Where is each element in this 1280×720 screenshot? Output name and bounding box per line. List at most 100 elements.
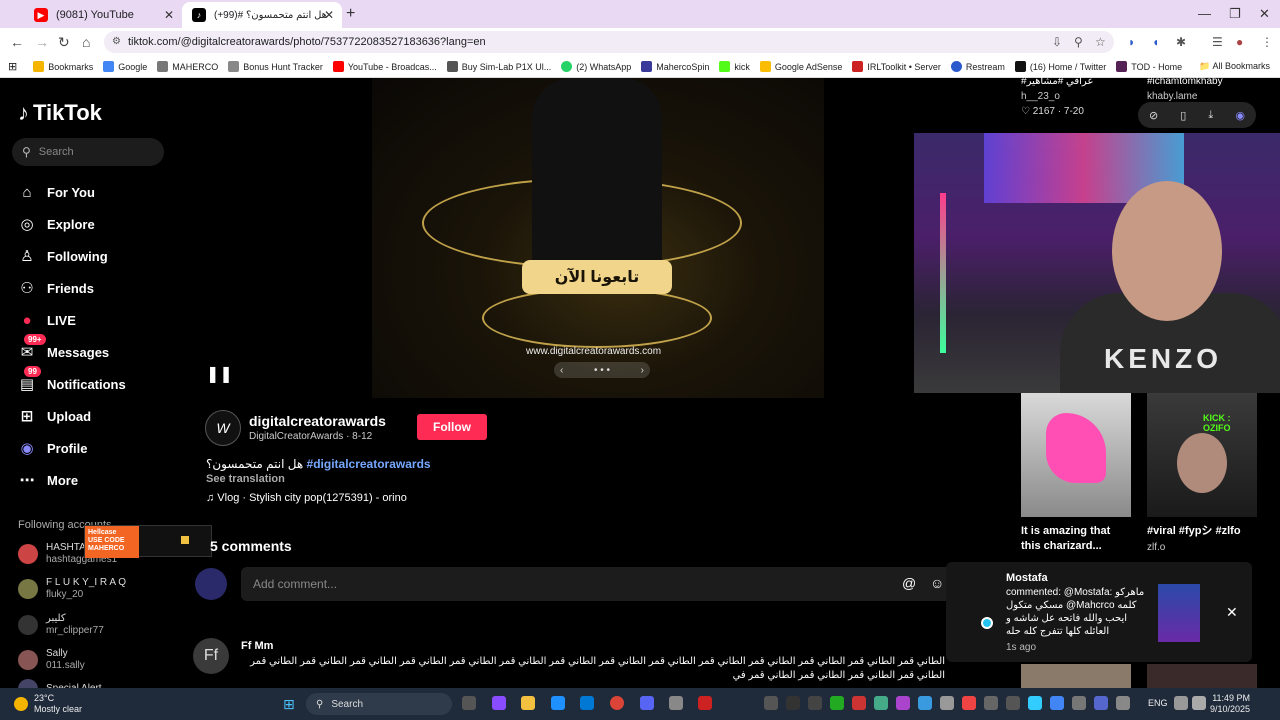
follow-button[interactable]: Follow xyxy=(417,414,487,440)
tray-icon[interactable] xyxy=(984,696,998,710)
extension-icon[interactable]: ◖ xyxy=(1152,35,1159,49)
home-icon[interactable]: ⌂ xyxy=(82,34,90,50)
sidebar-item-following[interactable]: ♙ Following xyxy=(18,244,107,268)
reload-icon[interactable]: ↻ xyxy=(58,34,70,51)
bookmark-item[interactable]: (2) WhatsApp xyxy=(561,61,631,72)
comment-input[interactable] xyxy=(241,567,953,601)
account-item[interactable]: Sally 011.sally xyxy=(18,648,85,672)
related-thumbnail[interactable] xyxy=(1021,393,1131,517)
tray-icon[interactable] xyxy=(896,696,910,710)
chevron-up-icon[interactable] xyxy=(1116,696,1130,710)
tab-tiktok[interactable]: ♪ هل انتم متحمسون؟ #(99+) ✕ xyxy=(182,2,342,28)
avatar[interactable]: Ff xyxy=(193,638,229,674)
tray-icon[interactable] xyxy=(1028,696,1042,710)
reading-list-icon[interactable]: ☰ xyxy=(1212,35,1223,49)
bookmark-item[interactable]: Bonus Hunt Tracker xyxy=(228,61,323,72)
tray-icon[interactable] xyxy=(764,696,778,710)
minimize-icon[interactable]: — xyxy=(1198,6,1211,21)
edge-icon[interactable] xyxy=(551,696,565,710)
url-input[interactable]: ⚙ tiktok.com/@digitalcreatorawards/photo… xyxy=(104,31,1114,53)
folder-icon[interactable] xyxy=(521,696,535,710)
post-media[interactable]: تابعونا الآن www.digitalcreatorawards.co… xyxy=(372,78,824,398)
tray-icon[interactable] xyxy=(1006,696,1020,710)
bookmark-item[interactable]: Google xyxy=(103,61,147,72)
tiktok-logo[interactable]: ♪ TikTok xyxy=(18,100,102,126)
close-icon[interactable]: ✕ xyxy=(324,8,334,22)
epic-games-icon[interactable] xyxy=(698,696,712,710)
related-user[interactable]: zlf.o xyxy=(1147,542,1165,553)
site-info-icon[interactable]: ⚙ xyxy=(112,36,121,47)
sidebar-item-live[interactable]: ● LIVE xyxy=(18,308,75,332)
zoom-icon[interactable]: ⚲ xyxy=(1074,35,1083,49)
store-icon[interactable] xyxy=(580,696,594,710)
all-bookmarks-button[interactable]: 📁 All Bookmarks xyxy=(1199,61,1270,72)
sidebar-item-for-you[interactable]: ⌂ For You xyxy=(18,180,94,204)
mention-icon[interactable]: @ xyxy=(902,575,916,591)
tray-icon[interactable] xyxy=(962,696,976,710)
account-item[interactable]: F L U K Y_I R A Qfluky_20 xyxy=(18,577,126,601)
hashtag-link[interactable]: #digitalcreatorawards xyxy=(307,457,431,471)
install-icon[interactable]: ⇩ xyxy=(1052,35,1062,49)
related-user[interactable]: h__23_o xyxy=(1021,91,1060,102)
bookmark-item[interactable]: MahercoSpin xyxy=(641,61,709,72)
related-user[interactable]: khaby.lame xyxy=(1147,91,1197,102)
copilot-icon[interactable] xyxy=(492,696,506,710)
related-thumbnail[interactable] xyxy=(1021,664,1131,688)
bookmark-item[interactable]: (16) Home / Twitter xyxy=(1014,61,1106,72)
language-indicator[interactable]: ENG xyxy=(1148,698,1168,708)
windows-start-icon[interactable]: ⊞ xyxy=(283,696,295,713)
puzzle-icon[interactable]: ✱ xyxy=(1176,35,1186,49)
music-link[interactable]: ♫ Vlog · Stylish city pop(1275391) - ori… xyxy=(206,492,407,504)
discord-icon[interactable] xyxy=(640,696,654,710)
tray-icon[interactable] xyxy=(808,696,822,710)
restore-icon[interactable]: ❐ xyxy=(1229,6,1241,22)
apps-icon[interactable]: ⊞ xyxy=(8,60,17,73)
related-title[interactable]: #ichamtomkhaby xyxy=(1147,76,1223,87)
weather-widget[interactable]: 23°C Mostly clear xyxy=(14,693,82,715)
menu-icon[interactable]: ⋮ xyxy=(1261,35,1273,49)
bookmark-item[interactable]: kick xyxy=(719,61,750,72)
settings-icon[interactable] xyxy=(669,696,683,710)
bookmark-item[interactable]: Bookmarks xyxy=(33,61,93,72)
related-title[interactable]: #عراقي #مشاهير xyxy=(1021,76,1093,87)
link-icon[interactable]: ⊘ xyxy=(1149,109,1158,122)
new-tab-button[interactable]: + xyxy=(346,5,355,23)
tray-icon[interactable] xyxy=(874,696,888,710)
sidebar-item-profile[interactable]: ◉ Profile xyxy=(18,436,87,460)
tab-youtube[interactable]: ▶ (9081) YouTube ✕ xyxy=(24,2,182,28)
tray-icon[interactable] xyxy=(1094,696,1108,710)
pause-icon[interactable]: ❚❚ xyxy=(206,364,233,384)
bookmark-item[interactable]: YouTube - Broadcas... xyxy=(332,61,437,72)
search-input[interactable]: ⚲ Search xyxy=(12,138,164,166)
tray-icon[interactable] xyxy=(1072,696,1086,710)
clock[interactable]: 11:49 PM 9/10/2025 xyxy=(1210,693,1250,715)
tray-icon[interactable] xyxy=(852,696,866,710)
sidebar-item-friends[interactable]: ⚇ Friends xyxy=(18,276,94,300)
sidebar-item-more[interactable]: ⋯ More xyxy=(18,468,79,492)
extension-icon[interactable]: ◗ xyxy=(1128,35,1135,49)
avatar[interactable]: ◉ xyxy=(1235,109,1245,122)
task-view-icon[interactable] xyxy=(462,696,476,710)
bookmark-item[interactable]: IRLToolkit • Server xyxy=(852,61,941,72)
emoji-icon[interactable]: ☺ xyxy=(930,575,944,591)
download-icon[interactable]: ⤓ xyxy=(1208,109,1213,122)
avatar[interactable]: W xyxy=(205,410,241,446)
close-icon[interactable]: ✕ xyxy=(1226,604,1238,621)
volume-icon[interactable] xyxy=(1192,696,1206,710)
tray-icon[interactable] xyxy=(786,696,800,710)
related-title[interactable]: It is amazing that this charizard... xyxy=(1021,524,1131,554)
comment-username[interactable]: Ff Mm xyxy=(241,640,273,652)
tray-icon[interactable] xyxy=(940,696,954,710)
star-icon[interactable]: ☆ xyxy=(1095,35,1106,49)
sidebar-item-notifications[interactable]: ▤ Notifications 99 xyxy=(18,366,126,396)
phone-icon[interactable]: ▯ xyxy=(1180,109,1186,122)
see-translation-link[interactable]: See translation xyxy=(206,473,285,485)
close-icon[interactable]: ✕ xyxy=(164,8,174,22)
bookmark-item[interactable]: Restream xyxy=(950,61,1005,72)
author-name[interactable]: digitalcreatorawards xyxy=(249,413,386,429)
chrome-icon[interactable] xyxy=(610,696,624,710)
back-icon[interactable]: ← xyxy=(10,34,24,50)
related-title[interactable]: #viral #fypシ #zlfo xyxy=(1147,524,1267,539)
carousel-indicator[interactable]: ‹ • • • › xyxy=(554,362,650,378)
sidebar-item-upload[interactable]: ⊞ Upload xyxy=(18,404,91,428)
